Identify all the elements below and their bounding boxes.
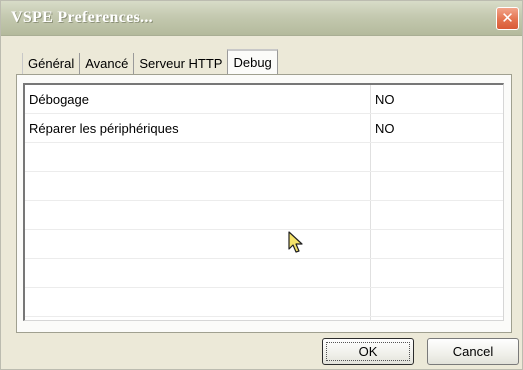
tab-advanced[interactable]: Avancé	[80, 53, 135, 74]
tab-debug[interactable]: Debug	[227, 49, 278, 74]
setting-value[interactable]: NO	[375, 121, 395, 136]
list-item	[25, 201, 503, 230]
list-item[interactable]: Réparer les périphériques NO	[25, 114, 503, 143]
mouse-pointer-icon	[288, 231, 304, 260]
ok-button[interactable]: OK	[322, 338, 414, 365]
window-title: VSPE Preferences...	[11, 9, 153, 26]
list-item	[25, 230, 503, 259]
tab-strip: Général Avancé Serveur HTTP Debug	[22, 49, 278, 74]
cancel-button[interactable]: Cancel	[427, 338, 519, 365]
list-item	[25, 259, 503, 288]
list-item	[25, 288, 503, 317]
close-icon[interactable]: ✕	[496, 7, 519, 30]
title-bar[interactable]: VSPE Preferences... ✕	[1, 1, 522, 36]
setting-name: Débogage	[29, 92, 89, 107]
cancel-button-label: Cancel	[452, 344, 494, 359]
list-item	[25, 172, 503, 201]
setting-name: Réparer les périphériques	[29, 121, 179, 136]
settings-list: Débogage NO Réparer les périphériques NO	[23, 83, 504, 321]
tab-general[interactable]: Général	[22, 53, 81, 74]
tab-http-server[interactable]: Serveur HTTP	[134, 53, 229, 74]
list-item[interactable]: Débogage NO	[25, 85, 503, 114]
preferences-dialog: VSPE Preferences... ✕ Général Avancé Ser…	[0, 0, 523, 370]
list-item	[25, 143, 503, 172]
setting-value[interactable]: NO	[375, 92, 395, 107]
debug-panel: Débogage NO Réparer les périphériques NO	[16, 74, 512, 333]
focus-ring	[326, 342, 410, 361]
